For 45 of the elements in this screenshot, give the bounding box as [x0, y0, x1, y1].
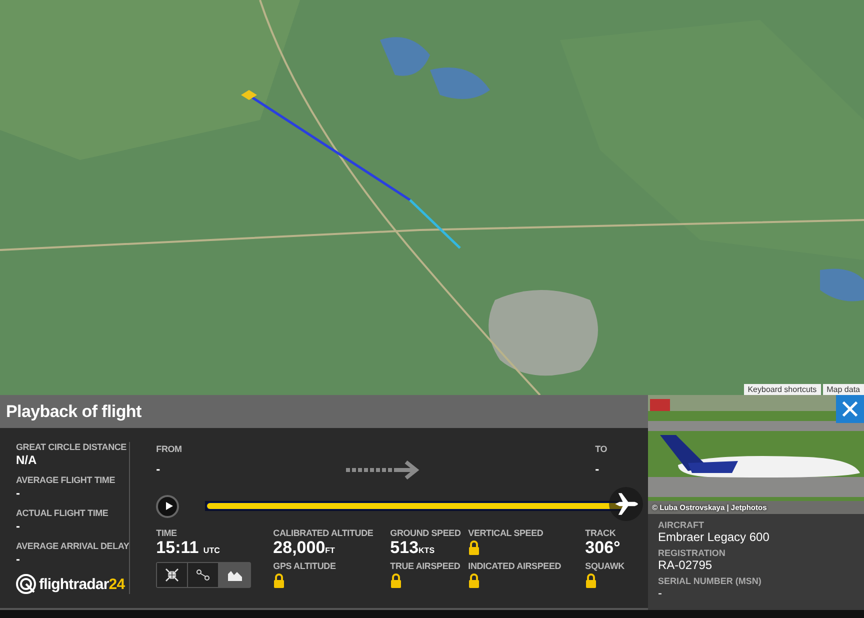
reading-label: SQUAWK	[585, 561, 624, 571]
reading-label: TRACK	[585, 528, 616, 538]
stat-value: -	[16, 552, 21, 566]
chart-button[interactable]	[219, 563, 250, 587]
stat-value: N/A	[16, 453, 38, 467]
from-label: FROM	[156, 444, 183, 454]
aircraft-field-label: SERIAL NUMBER (MSN)	[658, 576, 762, 586]
panel-title: Playback of flight	[6, 402, 142, 422]
route-icon	[196, 568, 210, 582]
stat-label: GREAT CIRCLE DISTANCE	[16, 442, 128, 452]
collapse-button[interactable]	[157, 563, 188, 587]
logo-wordmark: flightradar24	[39, 576, 125, 592]
route-button[interactable]	[188, 563, 220, 587]
reading-label: GROUND SPEED	[390, 528, 461, 538]
play-icon	[164, 501, 174, 511]
close-button[interactable]	[836, 395, 864, 423]
reading-label: VERTICAL SPEED	[468, 528, 544, 538]
stat-label: AVERAGE ARRIVAL DELAY	[16, 541, 130, 551]
close-icon	[841, 400, 859, 418]
aircraft-field-label: AIRCRAFT	[658, 520, 705, 530]
reading-label: INDICATED AIRSPEED	[468, 561, 562, 571]
stat-value: -	[16, 486, 21, 500]
stat-label: AVERAGE FLIGHT TIME	[16, 475, 116, 485]
from-value: -	[156, 462, 162, 476]
arrow-icon	[346, 460, 420, 480]
reading-label: TIME	[156, 528, 178, 538]
reading-value: 306°	[585, 538, 620, 558]
plane-slider-handle[interactable]	[609, 487, 644, 521]
to-value: -	[595, 462, 600, 476]
reading-value: 28,000FT	[273, 538, 335, 558]
aircraft-field-value: Embraer Legacy 600	[658, 530, 770, 544]
to-label: TO	[595, 444, 608, 454]
reading-value: 513KTS	[390, 538, 435, 558]
play-button[interactable]	[156, 494, 180, 518]
stat-value: -	[16, 519, 21, 533]
reading-label: GPS ALTITUDE	[273, 561, 336, 571]
stat-label: ACTUAL FLIGHT TIME	[16, 508, 110, 518]
aircraft-field-label: REGISTRATION	[658, 548, 726, 558]
aircraft-field-value: -	[658, 586, 663, 600]
reading-label: TRUE AIRSPEED	[390, 561, 460, 571]
aircraft-field-value: RA-02795	[658, 558, 714, 572]
radar-logo-icon	[16, 574, 36, 594]
reading-label: CALIBRATED ALTITUDE	[273, 528, 374, 538]
collapse-arrows-icon	[165, 568, 180, 582]
reading-value: 15:11 UTC	[156, 538, 221, 558]
